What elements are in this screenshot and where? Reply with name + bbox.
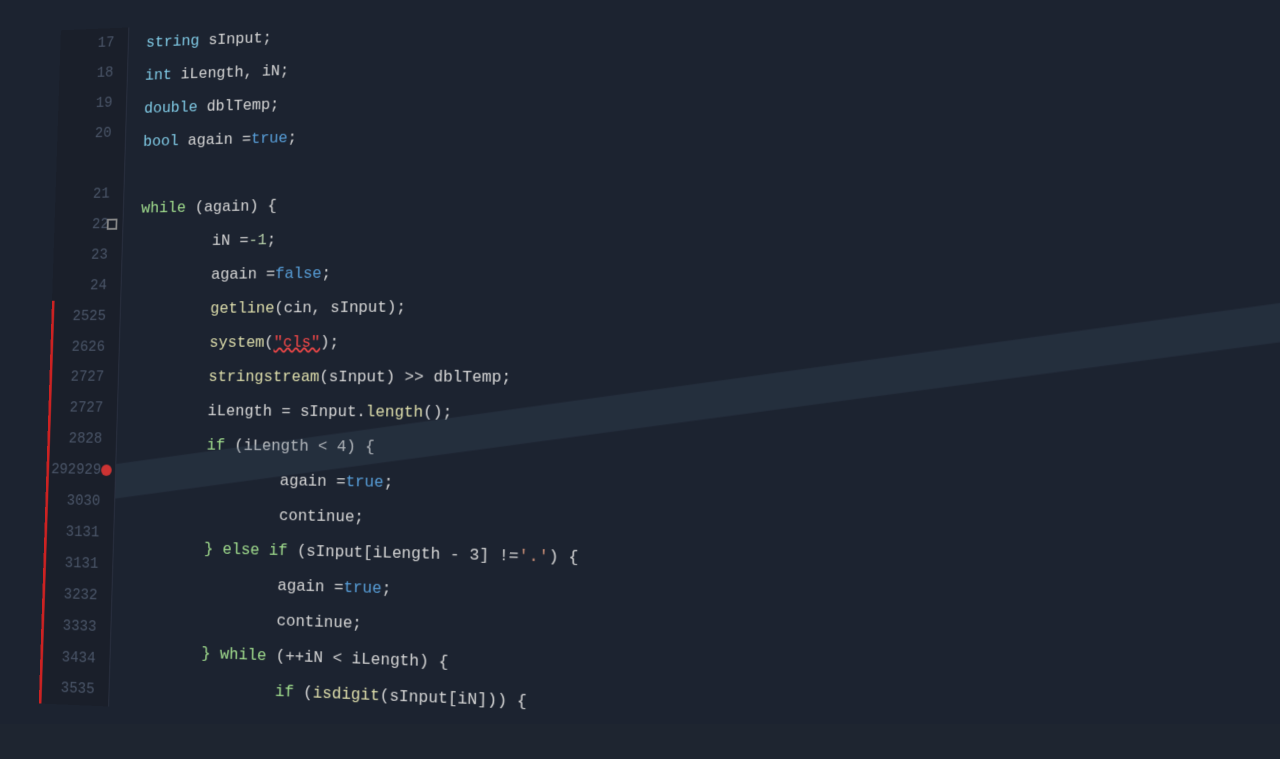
code-content: string sInput; int iLength, iN; double d… bbox=[109, 0, 1280, 759]
line-num-26: 2626 bbox=[50, 331, 119, 362]
line-num-31b: 3131 bbox=[43, 547, 113, 580]
line-num-19: 19 bbox=[58, 88, 127, 120]
token-plain: iLength, iN; bbox=[171, 62, 289, 84]
line-num-34: 3434 bbox=[40, 641, 110, 675]
token-plain: (again) { bbox=[186, 197, 277, 217]
token-bool: false bbox=[275, 265, 322, 284]
line-num-blank: _ bbox=[56, 148, 125, 180]
token-bool: true bbox=[345, 473, 383, 492]
line-num-22: 22 bbox=[54, 209, 123, 241]
line-num-28: 2828 bbox=[47, 423, 117, 455]
token-func: stringstream bbox=[136, 368, 320, 386]
token-plain: (); bbox=[423, 403, 452, 422]
token-plain: iN = bbox=[140, 232, 249, 251]
line-num-17: 17 bbox=[60, 27, 128, 60]
token-plain: again = bbox=[133, 470, 346, 491]
line-num-27b: 2727 bbox=[48, 393, 117, 424]
token-plain: ( bbox=[294, 683, 313, 703]
token-plain: again = bbox=[179, 131, 252, 151]
token-plain: (sInput[iN])) { bbox=[380, 687, 527, 712]
token-type: double bbox=[144, 99, 198, 118]
line-num-30: 3030 bbox=[45, 485, 115, 517]
line-num-32: 3232 bbox=[42, 578, 112, 611]
editor-container: 17 18 19 20 _ 21 22 23 24 2525 2626 2727… bbox=[0, 0, 1280, 724]
token-plain: continue; bbox=[129, 608, 362, 634]
token-plain: (sInput) >> dblTemp; bbox=[319, 368, 511, 387]
line-num-21: 21 bbox=[55, 178, 124, 210]
token-type: bool bbox=[143, 133, 179, 152]
token-plain: (sInput[iLength - 3] != bbox=[287, 542, 518, 566]
token-plain: ) { bbox=[548, 548, 578, 568]
token-plain: ; bbox=[382, 580, 392, 599]
line-num-20: 20 bbox=[57, 118, 126, 150]
token-func: getline bbox=[138, 300, 275, 319]
line-num-24: 24 bbox=[52, 270, 121, 301]
token-type: string bbox=[146, 32, 200, 52]
line-num-29: 292929 bbox=[46, 454, 116, 486]
line-num-35: 3535 bbox=[39, 672, 109, 706]
token-func: length bbox=[366, 403, 424, 422]
token-plain: (cin, sInput); bbox=[274, 299, 406, 318]
token-type: int bbox=[145, 66, 172, 84]
token-else-if: } else if bbox=[131, 539, 288, 561]
token-punct: ; bbox=[287, 129, 297, 147]
token-func: isdigit bbox=[313, 684, 380, 706]
token-plain: again = bbox=[130, 573, 344, 597]
token-num: -1 bbox=[248, 231, 267, 249]
token-if: if bbox=[134, 436, 225, 455]
line-num-33: 3333 bbox=[41, 609, 111, 643]
token-plain: sInput; bbox=[199, 29, 272, 49]
line-num-23: 23 bbox=[53, 239, 122, 270]
code-line-26: stringstream (sInput) >> dblTemp; bbox=[136, 360, 1280, 399]
line-num-27: 2727 bbox=[49, 362, 118, 393]
token-plain: ; bbox=[267, 231, 277, 249]
token-plain: ); bbox=[320, 334, 339, 352]
line-num-18: 18 bbox=[59, 57, 128, 89]
token-bool: true bbox=[251, 129, 288, 148]
token-bool: true bbox=[343, 579, 382, 599]
token-str: '.' bbox=[519, 547, 549, 567]
token-plain: ( bbox=[264, 334, 274, 352]
token-plain: continue; bbox=[126, 712, 437, 745]
token-plain: ; bbox=[383, 473, 393, 492]
token-if2: if bbox=[127, 677, 294, 702]
code-area: 17 18 19 20 _ 21 22 23 24 2525 2626 2727… bbox=[39, 0, 1280, 759]
token-plain: (iLength < 4) { bbox=[225, 437, 375, 457]
code-line-25: system ( "cls" ); bbox=[137, 321, 1280, 360]
token-plain: ; bbox=[321, 265, 331, 283]
token-plain: (++iN < iLength) { bbox=[266, 647, 448, 672]
token-plain: again = bbox=[139, 265, 275, 284]
token-plain: continue; bbox=[132, 504, 364, 527]
token-plain: dblTemp; bbox=[197, 96, 279, 116]
token-else-if2: } else if bbox=[125, 747, 359, 759]
token-while: while bbox=[141, 199, 186, 218]
token-while2: } while bbox=[128, 642, 267, 665]
token-str-red: "cls" bbox=[273, 334, 320, 352]
token-plain: iLength = sInput. bbox=[135, 402, 366, 422]
line-num-25: 2525 bbox=[51, 300, 120, 331]
token-func: system bbox=[137, 334, 265, 352]
line-num-31: 3131 bbox=[44, 516, 114, 549]
